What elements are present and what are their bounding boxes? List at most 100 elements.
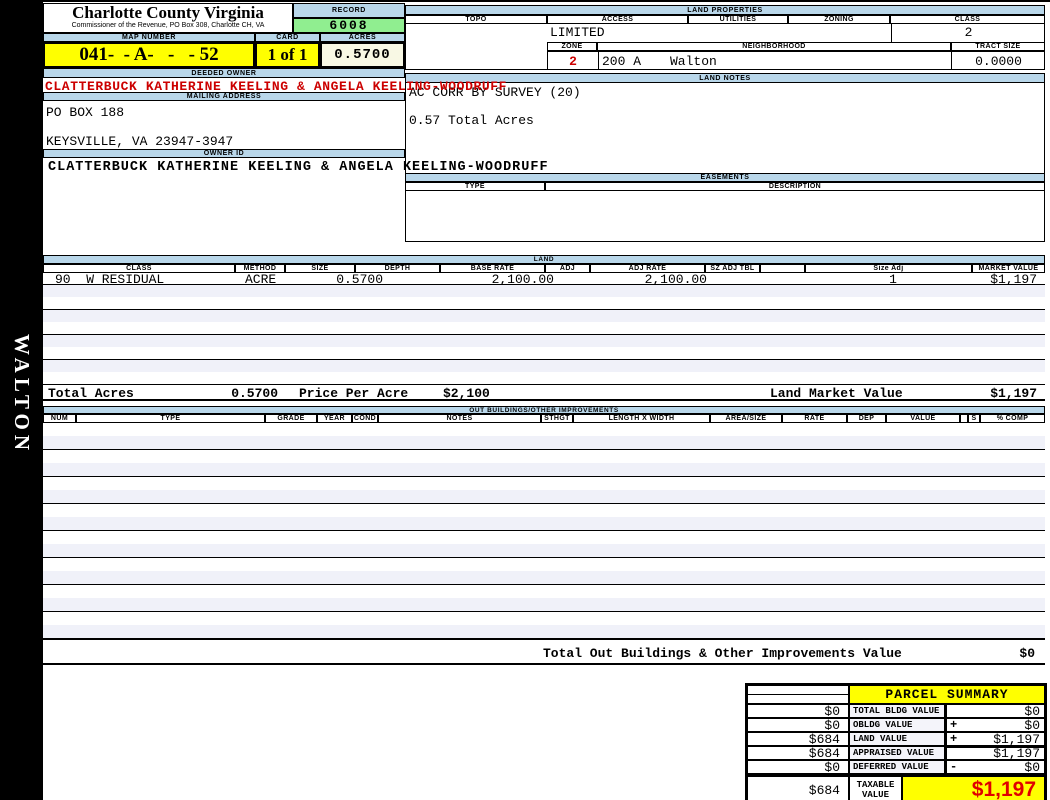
- summary-op-land: +: [950, 732, 958, 746]
- deeded-owner-value: CLATTERBUCK KATHERINE KEELING & ANGELA K…: [45, 79, 508, 94]
- land-col-sz-adj-tbl: SZ ADJ TBL: [705, 264, 760, 273]
- summary-value-appraised: $1,197: [946, 746, 1045, 761]
- out-col-length-width: LENGTH X WIDTH: [573, 414, 710, 423]
- summary-op-obldg: +: [950, 718, 958, 732]
- land-col-blank: [760, 264, 805, 273]
- acres-value: 0.5700: [320, 42, 405, 68]
- owner-id-header: OWNER ID: [43, 149, 405, 158]
- land-section-header: LAND: [43, 255, 1045, 264]
- parcel-summary: PARCEL SUMMARY $0 TOTAL BLDG VALUE $0 $0…: [745, 683, 1047, 800]
- column-header-class: CLASS: [890, 15, 1045, 24]
- address-line-2: KEYSVILLE, VA 23947-3947: [46, 134, 234, 149]
- column-header-zoning: ZONING: [788, 15, 890, 24]
- out-buildings-total-row: Total Out Buildings & Other Improvements…: [43, 639, 1045, 665]
- column-header-topo: TOPO: [405, 15, 547, 24]
- out-col-dep: DEP: [847, 414, 886, 423]
- land-market-value-label: Land Market Value: [770, 386, 903, 401]
- land-properties-header: LAND PROPERTIES: [405, 5, 1045, 15]
- summary-label-land: LAND VALUE: [849, 732, 946, 746]
- deeded-owner-header: DEEDED OWNER: [43, 68, 405, 78]
- card-label: CARD: [255, 33, 320, 42]
- easement-description-header: DESCRIPTION: [545, 182, 1045, 191]
- summary-label-deferred: DEFERRED VALUE: [849, 760, 946, 774]
- summary-left-deferred: $0: [747, 760, 849, 775]
- out-buildings-header: OUT BUILDINGS/OTHER IMPROVEMENTS: [43, 406, 1045, 414]
- summary-op-deferred: -: [950, 760, 958, 774]
- card-value: 1 of 1: [255, 42, 320, 68]
- tract-size-label: TRACT SIZE: [951, 42, 1045, 51]
- column-header-access: ACCESS: [547, 15, 688, 24]
- owner-id-value: CLATTERBUCK KATHERINE KEELING & ANGELA K…: [48, 160, 549, 175]
- property-record-card: WALTON Charlotte County Virginia Commiss…: [0, 0, 1050, 800]
- parcel-summary-title: PARCEL SUMMARY: [849, 685, 1045, 704]
- summary-value-deferred: - $0: [946, 760, 1045, 775]
- land-properties-columns: TOPO ACCESS UTILITIES ZONING CLASS: [405, 15, 1045, 24]
- price-per-acre-label: Price Per Acre: [299, 386, 409, 401]
- out-buildings-columns: NUM TYPE GRADE YEAR COND NOTES STHGT LEN…: [43, 414, 1045, 423]
- out-total-value: $0: [1019, 646, 1035, 661]
- out-col-cond: COND: [352, 414, 378, 423]
- taxable-left-value: $684: [747, 776, 849, 800]
- total-acres-label: Total Acres: [48, 386, 134, 401]
- summary-value-total-bldg: $0: [946, 704, 1045, 719]
- out-col-notes: NOTES: [378, 414, 541, 423]
- summary-label-appraised: APPRAISED VALUE: [849, 746, 946, 760]
- district-name-vertical: WALTON: [10, 334, 34, 456]
- record-value: 6008: [293, 18, 405, 33]
- summary-left-land: $684: [747, 732, 849, 747]
- summary-header-spacer: [747, 685, 849, 704]
- out-col-sthgt: STHGT: [541, 414, 573, 423]
- zone-header-row: ZONE NEIGHBORHOOD TRACT SIZE: [547, 42, 1045, 51]
- summary-value-obldg: + $0: [946, 718, 1045, 733]
- land-data-row: 90 W RESIDUAL ACRE 0.5700 2,100.00 2,100…: [43, 272, 1045, 287]
- land-note-2: 0.57 Total Acres: [409, 113, 534, 128]
- out-col-type: TYPE: [76, 414, 265, 423]
- out-col-s: S: [968, 414, 980, 423]
- zone-value: 2: [569, 54, 577, 69]
- out-col-grade: GRADE: [265, 414, 317, 423]
- out-total-label: Total Out Buildings & Other Improvements…: [543, 646, 902, 661]
- easement-type-header: TYPE: [405, 182, 545, 191]
- summary-label-total-bldg: TOTAL BLDG VALUE: [849, 704, 946, 718]
- county-box: Charlotte County Virginia Commissioner o…: [43, 3, 293, 33]
- taxable-label: TAXABLE VALUE: [849, 776, 902, 800]
- class-value: 2: [964, 25, 973, 40]
- neighborhood-name: Walton: [670, 54, 717, 69]
- address-line-1: PO BOX 188: [46, 105, 125, 120]
- out-col-rate: RATE: [782, 414, 847, 423]
- out-col-area-size: AREA/SIZE: [710, 414, 782, 423]
- out-col-blank: [960, 414, 968, 423]
- out-col-year: YEAR: [317, 414, 352, 423]
- column-header-utilities: UTILITIES: [688, 15, 788, 24]
- neighborhood-label: NEIGHBORHOOD: [597, 42, 951, 51]
- commissioner-line: Commissioner of the Revenue, PO Box 308,…: [71, 22, 265, 29]
- total-acres-value: 0.5700: [231, 386, 278, 401]
- summary-left-obldg: $0: [747, 718, 849, 733]
- land-totals-row: Total Acres 0.5700 Price Per Acre $2,100…: [43, 385, 1045, 401]
- land-empty-rows: [43, 285, 1045, 385]
- map-number-value: 041- - A- - - 52: [43, 42, 255, 68]
- summary-value-land: + $1,197: [946, 732, 1045, 747]
- out-col-num: NUM: [43, 414, 76, 423]
- summary-left-total-bldg: $0: [747, 704, 849, 719]
- easements-box: [405, 191, 1045, 242]
- zone-values-row: 2 200 A Walton 0.0000: [547, 51, 1045, 70]
- land-properties-values-row: LIMITED 2: [405, 24, 1045, 42]
- acres-label: ACRES: [320, 33, 405, 42]
- land-market-value-total: $1,197: [990, 386, 1037, 401]
- summary-left-appraised: $684: [747, 746, 849, 761]
- taxable-value: $1,197: [902, 776, 1045, 800]
- record-label: RECORD: [293, 3, 405, 18]
- neighborhood-code: 200 A: [602, 54, 642, 69]
- easements-columns: TYPE DESCRIPTION: [405, 182, 1045, 191]
- price-per-acre-value: $2,100: [443, 386, 490, 401]
- zone-label: ZONE: [547, 42, 597, 51]
- out-col-value: VALUE: [886, 414, 960, 423]
- tract-size-value: 0.0000: [975, 54, 1022, 69]
- map-number-label: MAP NUMBER: [43, 33, 255, 42]
- summary-label-obldg: OBLDG VALUE: [849, 718, 946, 732]
- page-title: Charlotte County Virginia: [72, 3, 264, 22]
- out-col-pct-comp: % COMP: [980, 414, 1045, 423]
- access-value: LIMITED: [550, 25, 605, 40]
- out-buildings-empty-rows: [43, 423, 1045, 639]
